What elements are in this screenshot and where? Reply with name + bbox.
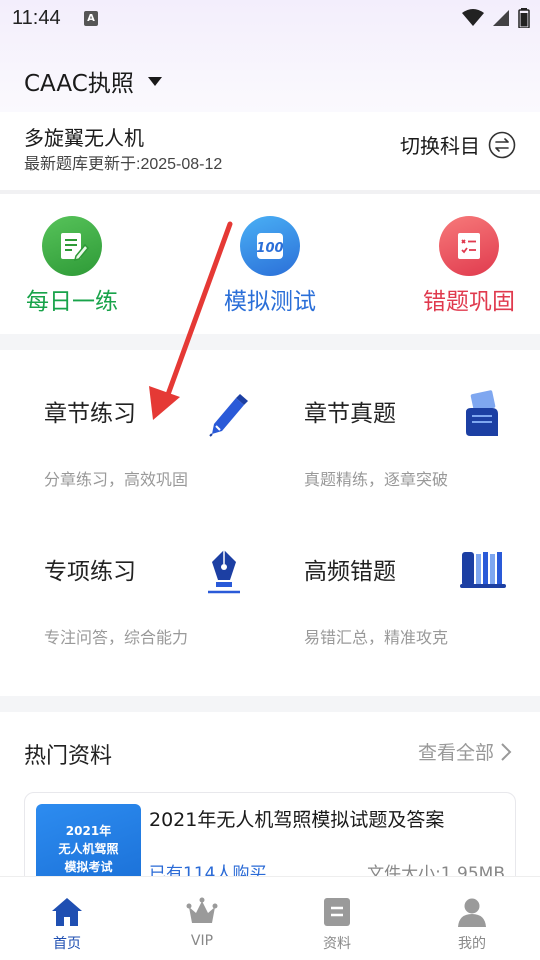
document-icon (324, 898, 350, 926)
fountain-pen-icon (208, 550, 240, 594)
feature-desc: 专注问答，综合能力 (44, 628, 189, 647)
chevron-right-icon (501, 742, 512, 761)
feature-desc: 真题精练，逐章突破 (304, 470, 449, 489)
notebook-pen-icon (42, 216, 102, 276)
subject-name: 多旋翼无人机 (24, 126, 144, 150)
special-practice-card[interactable]: 专项练习 专注问答，综合能力 (44, 520, 284, 647)
bottom-tab-bar: 首页 VIP 资料 我的 (0, 876, 540, 960)
svg-text:100: 100 (256, 241, 283, 256)
hot-resources-heading: 热门资料 (24, 744, 113, 769)
wifi-icon (462, 9, 484, 26)
chevron-down-icon (147, 76, 162, 86)
cover-line: 2021年 (65, 824, 112, 838)
hot-resources-section: 热门资料 查看全部 2021年 无人机驾照 模拟考试 2021年无人机驾照模拟试… (0, 712, 540, 902)
feature-grid: 章节练习 分章练习，高效巩固 章节真题 真题精练，逐章突破 专项练习 专注问答，… (0, 350, 540, 696)
tab-label: 首页 (53, 936, 81, 952)
cover-line: 无人机驾照 (58, 842, 119, 856)
resource-title: 2021年无人机驾照模拟试题及答案 (149, 809, 445, 831)
tab-mine[interactable]: 我的 (422, 897, 522, 953)
tab-label: 我的 (458, 936, 486, 952)
battery-icon (518, 8, 530, 28)
switch-subject-button[interactable]: 切换科目 (400, 130, 516, 159)
feature-desc: 分章练习，高效巩固 (44, 470, 189, 489)
feature-title: 章节真题 (304, 401, 396, 427)
chapter-practice-card[interactable]: 章节练习 分章练习，高效巩固 (44, 362, 284, 489)
view-all-label: 查看全部 (417, 742, 494, 764)
checklist-icon (439, 216, 499, 276)
notification-icon: A (84, 11, 98, 26)
score-100-icon: 100 (240, 216, 300, 276)
quick-actions: 每日一练 100 模拟测试 错题巩固 (0, 194, 540, 334)
tab-label: VIP (190, 933, 214, 949)
status-time: 11:44 (12, 7, 61, 29)
view-all-link[interactable]: 查看全部 (418, 738, 512, 765)
hand-holding-card-icon (466, 390, 498, 436)
tab-label: 资料 (323, 936, 351, 952)
home-icon (52, 898, 82, 926)
books-icon (460, 552, 506, 588)
mock-test-button[interactable]: 100 模拟测试 (190, 216, 350, 316)
crown-icon (186, 897, 218, 923)
daily-practice-label: 每日一练 (26, 289, 118, 315)
user-icon (458, 898, 486, 927)
feature-title: 专项练习 (44, 559, 136, 585)
wrong-questions-button[interactable]: 错题巩固 (389, 216, 540, 316)
swap-icon (488, 131, 516, 158)
chapter-real-questions-card[interactable]: 章节真题 真题精练，逐章突破 (304, 362, 540, 489)
feature-title: 高频错题 (304, 559, 396, 585)
high-frequency-errors-card[interactable]: 高频错题 易错汇总，精准攻克 (304, 520, 540, 647)
tab-home[interactable]: 首页 (17, 897, 117, 953)
cellular-signal-icon (493, 10, 509, 26)
tab-vip[interactable]: VIP (152, 897, 252, 949)
subject-updated-date: 最新题库更新于:2025-08-12 (24, 156, 223, 173)
subject-row: 多旋翼无人机 最新题库更新于:2025-08-12 切换科目 (0, 112, 540, 190)
wrong-questions-label: 错题巩固 (423, 289, 515, 315)
license-selector[interactable]: CAAC执照 (24, 64, 162, 98)
daily-practice-button[interactable]: 每日一练 (0, 216, 152, 316)
tab-resources[interactable]: 资料 (287, 897, 387, 953)
status-bar: 11:44 A (0, 0, 540, 38)
feature-title: 章节练习 (44, 401, 136, 427)
feature-desc: 易错汇总，精准攻克 (304, 628, 449, 647)
cover-line: 模拟考试 (64, 860, 113, 874)
license-label: CAAC执照 (24, 71, 134, 97)
switch-subject-label: 切换科目 (400, 134, 480, 158)
pencil-icon (209, 394, 248, 437)
mock-test-label: 模拟测试 (224, 289, 316, 315)
